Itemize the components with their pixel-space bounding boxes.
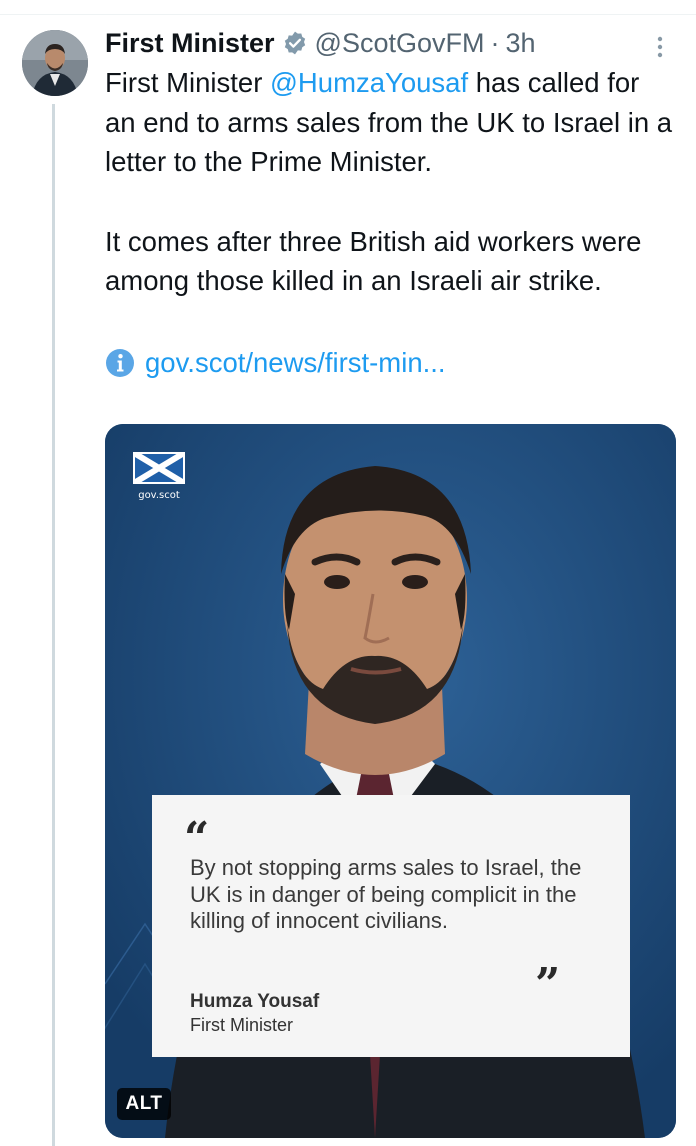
avatar[interactable] — [22, 30, 88, 96]
quote-author: Humza Yousaf — [190, 991, 320, 1012]
info-icon — [106, 348, 134, 377]
author-handle[interactable]: @ScotGovFM — [315, 28, 485, 59]
quote-text: By not stopping arms sales to Israel, th… — [190, 855, 582, 933]
media-image[interactable]: gov.scot “ By not stopping arms sales to… — [105, 424, 676, 1138]
tweet-body: First Minister @ScotGovFM · 3h First Min… — [105, 24, 680, 381]
tweet-text: First Minister @HumzaYousaf has called f… — [105, 63, 675, 301]
external-link-text[interactable]: gov.scot/news/first-min... — [145, 347, 446, 379]
alt-text-button[interactable]: ALT — [117, 1088, 171, 1120]
more-options-icon[interactable] — [645, 32, 675, 62]
top-divider — [0, 14, 696, 15]
tweet-header: First Minister @ScotGovFM · 3h — [105, 24, 680, 62]
quote-author-role: First Minister — [190, 1015, 293, 1035]
verified-badge-icon — [282, 30, 308, 56]
tweet-timestamp[interactable]: 3h — [505, 28, 535, 59]
external-link[interactable]: gov.scot/news/first-min... — [105, 345, 680, 381]
author-display-name[interactable]: First Minister — [105, 28, 275, 59]
govscot-logo: gov.scot — [132, 450, 186, 501]
tweet-paragraph-2: It comes after three British aid workers… — [105, 225, 642, 297]
avatar-image — [22, 30, 88, 96]
tweet-paragraph-1: First Minister @HumzaYousaf has called f… — [105, 63, 675, 182]
mention-link[interactable]: @HumzaYousaf — [270, 67, 468, 98]
tweet-text-prefix: First Minister — [105, 67, 270, 98]
govscot-logo-label: gov.scot — [138, 490, 180, 501]
quote-card: “ By not stopping arms sales to Israel, … — [152, 795, 630, 1057]
saltire-flag-icon — [132, 450, 186, 486]
header-separator: · — [490, 27, 500, 58]
quote-close-mark: ” — [535, 959, 561, 1010]
thread-connector-line — [52, 104, 55, 1146]
